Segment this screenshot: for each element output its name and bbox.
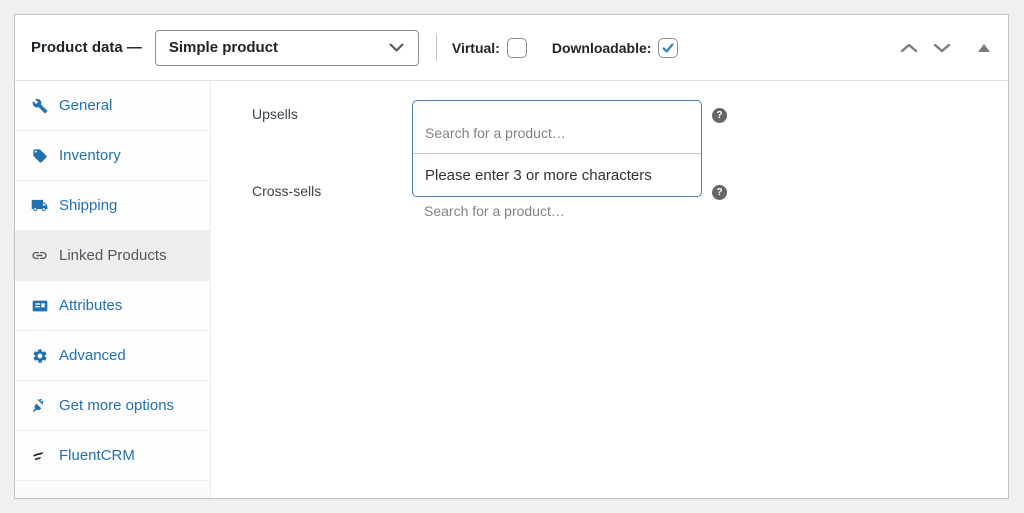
upsells-select2: Please enter 3 or more characters — [412, 100, 702, 197]
downloadable-checkbox[interactable] — [658, 37, 679, 58]
move-up-button[interactable] — [897, 40, 921, 56]
header-divider — [435, 34, 437, 61]
product-data-metabox: Product data — Simple product Virtual: D… — [14, 14, 1009, 499]
sidebar-tab-advanced[interactable]: Advanced — [15, 331, 210, 381]
downloadable-checkbox-group: Downloadable: — [551, 37, 679, 58]
gear-icon — [31, 348, 48, 364]
upsells-help-icon[interactable]: ? — [712, 108, 727, 123]
sidebar-tab-attributes[interactable]: Attributes — [15, 281, 210, 331]
sidebar-tab-linked-products[interactable]: Linked Products — [15, 231, 211, 281]
product-data-body: General Inventory Shipping Linked Produc… — [15, 81, 1008, 498]
triangle-up-icon — [978, 44, 990, 52]
linked-products-panel: Upsells Please enter 3 or more character… — [211, 81, 1008, 498]
upsells-label: Upsells — [252, 106, 298, 122]
attributes-card-icon — [31, 298, 48, 314]
virtual-label: Virtual: — [451, 39, 500, 56]
truck-icon — [31, 197, 48, 214]
cross-sells-search-input[interactable] — [412, 197, 702, 225]
virtual-checkbox-group: Virtual: — [451, 37, 527, 58]
upsells-search-input[interactable] — [425, 121, 689, 145]
sidebar-tab-inventory[interactable]: Inventory — [15, 131, 210, 181]
cross-sells-label: Cross-sells — [252, 183, 322, 199]
product-type-value: Simple product — [168, 39, 279, 56]
upsells-search-area — [413, 101, 701, 153]
inventory-tag-icon — [31, 148, 48, 164]
product-data-header: Product data — Simple product Virtual: D… — [15, 15, 1008, 81]
dropdown-message: Please enter 3 or more characters — [425, 167, 652, 184]
cross-sells-help-icon[interactable]: ? — [712, 185, 727, 200]
wrench-icon — [31, 98, 48, 114]
upsells-dropdown: Please enter 3 or more characters — [413, 153, 701, 196]
sidebar-tab-get-more-options[interactable]: Get more options — [15, 381, 210, 431]
sidebar-tab-fluentcrm[interactable]: FluentCRM — [15, 431, 210, 481]
metabox-controls — [897, 15, 990, 81]
sidebar-tab-shipping[interactable]: Shipping — [15, 181, 210, 231]
link-icon — [31, 247, 48, 264]
toggle-panel-button[interactable] — [978, 44, 990, 52]
product-type-select[interactable]: Simple product — [154, 29, 419, 66]
move-down-button[interactable] — [930, 40, 954, 56]
sidebar-tab-general[interactable]: General — [15, 81, 210, 131]
plug-icon — [31, 398, 48, 414]
chevron-down-icon — [388, 42, 405, 53]
product-data-tabs: General Inventory Shipping Linked Produc… — [15, 81, 211, 498]
virtual-checkbox[interactable] — [506, 37, 527, 58]
product-data-title: Product data — — [31, 39, 142, 56]
fluentcrm-icon — [31, 448, 48, 464]
downloadable-label: Downloadable: — [551, 39, 652, 56]
